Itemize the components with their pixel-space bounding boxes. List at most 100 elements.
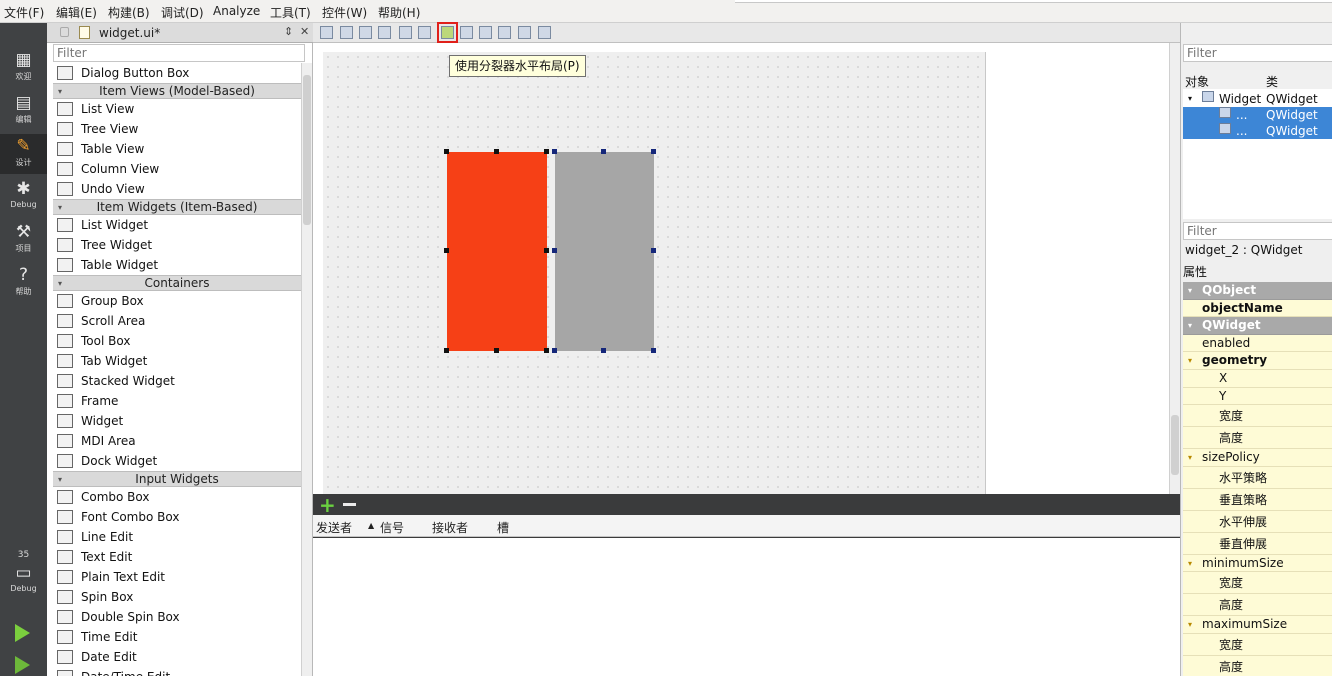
widget-category-header[interactable]: ▾ Input Widgets [53, 471, 301, 487]
widget-item[interactable]: Date Edit [53, 647, 301, 667]
property-row[interactable]: enabled [1183, 334, 1332, 353]
property-row[interactable]: ▾ minimumSize [1183, 554, 1332, 573]
property-row[interactable]: 水平伸展 [1183, 510, 1332, 533]
property-row[interactable]: 水平策略 [1183, 466, 1332, 489]
expand-icon[interactable]: ▾ [1188, 352, 1192, 370]
menu-tools[interactable]: 工具(T) [270, 4, 311, 21]
property-row[interactable]: 高度 [1183, 427, 1332, 450]
property-filter-input[interactable] [1183, 222, 1332, 240]
selection-handle[interactable] [552, 348, 557, 353]
property-row[interactable]: 宽度 [1183, 633, 1332, 656]
scrollbar-thumb[interactable] [1171, 415, 1179, 475]
run-icon[interactable] [15, 624, 30, 642]
selection-handle[interactable] [651, 149, 656, 154]
col-slot[interactable]: 槽 [497, 519, 509, 536]
mode-design[interactable]: ✎ 设计 [0, 134, 47, 174]
widget-filter-input[interactable] [53, 44, 305, 62]
menu-debug[interactable]: 调试(D) [161, 4, 204, 21]
layout-grid-button[interactable] [498, 26, 511, 39]
col-sender[interactable]: 发送者 [316, 519, 352, 536]
property-row[interactable]: 高度 [1183, 655, 1332, 676]
widget-item[interactable]: Tree View [53, 119, 301, 139]
expand-icon[interactable]: ▾ [1188, 616, 1192, 634]
selection-handle[interactable] [601, 149, 606, 154]
widget-item[interactable]: Combo Box [53, 487, 301, 507]
mode-welcome[interactable]: ▦ 欢迎 [0, 51, 47, 82]
widget-item[interactable]: Undo View [53, 179, 301, 199]
widget-category-header[interactable]: ▾ Item Widgets (Item-Based) [53, 199, 301, 215]
object-row[interactable]: ▾ Widget QWidget [1183, 91, 1332, 107]
property-row[interactable]: 高度 [1183, 594, 1332, 617]
property-row[interactable]: objectName [1183, 299, 1332, 318]
widget-item[interactable]: MDI Area [53, 431, 301, 451]
widget-list-scrollbar[interactable] [301, 63, 312, 676]
selection-handle[interactable] [651, 348, 656, 353]
layout-horizontal-button[interactable] [399, 26, 412, 39]
widget-category-header[interactable]: ▾ Item Views (Model-Based) [53, 83, 301, 99]
widget-item[interactable]: Font Combo Box [53, 507, 301, 527]
menu-edit[interactable]: 编辑(E) [56, 4, 97, 21]
menu-build[interactable]: 构建(B) [108, 4, 150, 21]
selection-handle[interactable] [544, 248, 549, 253]
object-row[interactable]: ... QWidget [1183, 123, 1332, 139]
widget-item[interactable]: List Widget [53, 215, 301, 235]
menu-help[interactable]: 帮助(H) [378, 4, 420, 21]
object-row[interactable]: ... QWidget [1183, 107, 1332, 123]
selection-handle[interactable] [494, 149, 499, 154]
expand-icon[interactable]: ▾ [1188, 555, 1192, 573]
widget-item[interactable]: Double Spin Box [53, 607, 301, 627]
selection-handle[interactable] [552, 149, 557, 154]
widget-item[interactable]: Line Edit [53, 527, 301, 547]
layout-vertical-splitter-button[interactable] [460, 26, 473, 39]
widget-item[interactable]: Dialog Button Box [53, 63, 301, 83]
edit-widgets-button[interactable] [320, 26, 333, 39]
menu-file[interactable]: 文件(F) [4, 4, 44, 21]
menu-widgets[interactable]: 控件(W) [322, 4, 367, 21]
debug-run-icon[interactable] [15, 656, 30, 674]
selection-handle[interactable] [651, 248, 656, 253]
property-row[interactable]: Y [1183, 387, 1332, 406]
object-filter-input[interactable] [1183, 44, 1332, 62]
file-dropdown-icon[interactable]: ⇕ [284, 25, 293, 38]
widget-item[interactable]: Frame [53, 391, 301, 411]
property-row[interactable]: 垂直伸展 [1183, 532, 1332, 555]
signal-slot-list[interactable] [313, 538, 1180, 676]
edit-tab-order-button[interactable] [378, 26, 391, 39]
property-row[interactable]: ▾ QObject [1183, 282, 1332, 300]
form-canvas[interactable] [323, 52, 986, 494]
property-row[interactable]: ▾ sizePolicy [1183, 449, 1332, 467]
col-object[interactable]: 对象 [1185, 73, 1209, 90]
widget-gray[interactable] [555, 152, 654, 351]
remove-connection-button[interactable] [343, 503, 356, 506]
widget-item[interactable]: Scroll Area [53, 311, 301, 331]
property-row[interactable]: ▾ QWidget [1183, 317, 1332, 335]
layout-form-button[interactable] [479, 26, 492, 39]
mode-projects[interactable]: ⚒ 项目 [0, 223, 47, 254]
edit-signals-button[interactable] [340, 26, 353, 39]
layout-horizontal-splitter-button[interactable] [437, 22, 458, 43]
widget-item[interactable]: Tab Widget [53, 351, 301, 371]
close-icon[interactable]: ✕ [300, 25, 309, 38]
expand-icon[interactable]: ▾ [1188, 317, 1192, 335]
canvas-scrollbar[interactable] [1169, 43, 1180, 494]
property-row[interactable]: X [1183, 369, 1332, 388]
expand-icon[interactable]: ▾ [1188, 449, 1192, 467]
selection-handle[interactable] [552, 248, 557, 253]
kit-selector[interactable]: 35 ▭ Debug [0, 550, 47, 593]
widget-item[interactable]: Column View [53, 159, 301, 179]
selection-handle[interactable] [444, 149, 449, 154]
adjust-size-button[interactable] [538, 26, 551, 39]
property-row[interactable]: ▾ maximumSize [1183, 616, 1332, 634]
widget-item[interactable]: Stacked Widget [53, 371, 301, 391]
col-signal[interactable]: 信号 [380, 519, 404, 536]
selection-handle[interactable] [544, 149, 549, 154]
widget-item[interactable]: Widget [53, 411, 301, 431]
selection-handle[interactable] [444, 348, 449, 353]
widget-item[interactable]: Group Box [53, 291, 301, 311]
break-layout-button[interactable] [518, 26, 531, 39]
widget-item[interactable]: Tree Widget [53, 235, 301, 255]
widget-item[interactable]: Table Widget [53, 255, 301, 275]
selection-handle[interactable] [494, 348, 499, 353]
mode-debug[interactable]: ✱ Debug [0, 180, 47, 209]
property-row[interactable]: ▾ geometry [1183, 352, 1332, 370]
